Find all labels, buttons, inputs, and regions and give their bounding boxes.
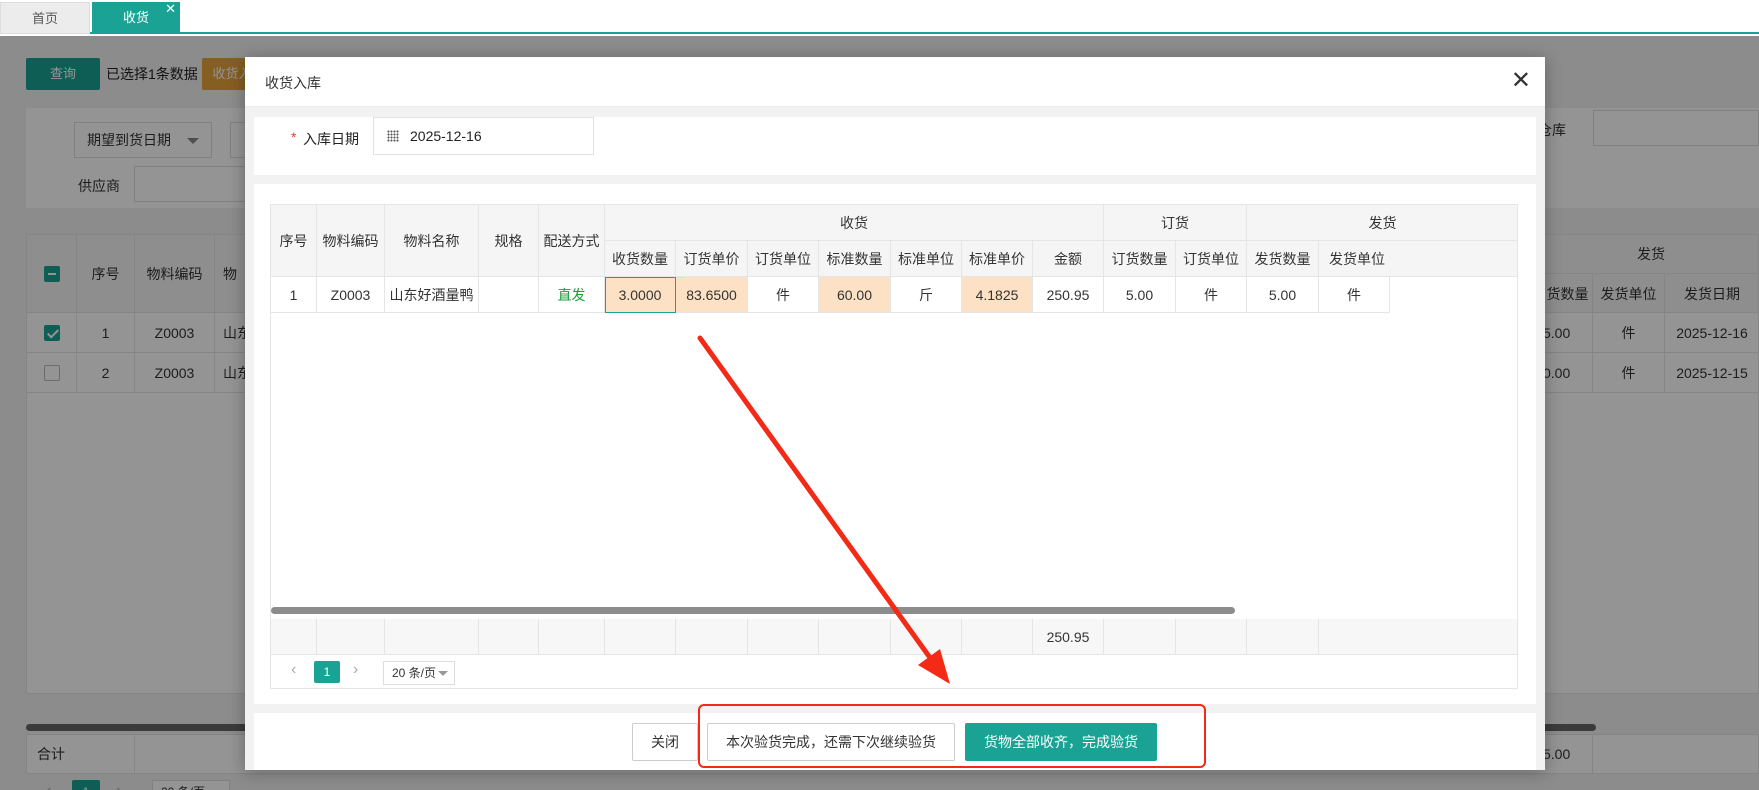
- summary-cell: [479, 619, 539, 655]
- header-std-price: 标准单价: [962, 241, 1033, 277]
- header-group-delivery: 发货: [1247, 205, 1517, 241]
- horizontal-scrollbar[interactable]: [271, 607, 1235, 614]
- header-order-unit-2: 订货单位: [1176, 241, 1247, 277]
- header-delivery-method: 配送方式: [539, 205, 605, 277]
- summary-cell: [962, 619, 1033, 655]
- items-table-card: 序号 物料编码 物料名称 规格 配送方式 收货 订货 发货 收货数量 订货单价 …: [254, 184, 1536, 704]
- header-ship-qty: 发货数量: [1247, 241, 1319, 277]
- row-code: Z0003: [317, 277, 385, 313]
- tab-receive-label: 收货: [122, 10, 149, 25]
- receive-qty-input[interactable]: 3.0000: [605, 277, 676, 313]
- summary-cell: [605, 619, 676, 655]
- summary-cell: [1176, 619, 1247, 655]
- summary-cell: [1319, 619, 1517, 655]
- caret-down-icon: [438, 671, 448, 676]
- summary-cell: [676, 619, 748, 655]
- close-icon[interactable]: ✕: [1511, 67, 1531, 95]
- complete-inspection-button[interactable]: 货物全部收齐，完成验货: [965, 723, 1157, 761]
- page-size-select[interactable]: 20 条/页: [383, 661, 455, 685]
- calendar-icon: [387, 130, 399, 142]
- row-delivery-method: 直发: [539, 277, 605, 313]
- header-code: 物料编码: [317, 205, 385, 277]
- row-index: 1: [271, 277, 317, 313]
- summary-cell: [1104, 619, 1176, 655]
- tab-receive[interactable]: 收货 ✕: [92, 0, 180, 34]
- header-order-price: 订货单价: [676, 241, 748, 277]
- modal-header: 收货入库 ✕: [245, 57, 1545, 107]
- next-page-icon[interactable]: ›: [353, 661, 358, 679]
- header-amount: 金额: [1033, 241, 1104, 277]
- header-std-qty: 标准数量: [819, 241, 891, 277]
- summary-amount: 250.95: [1033, 619, 1104, 655]
- header-group-order: 订货: [1104, 205, 1247, 241]
- date-label: 入库日期: [303, 131, 359, 147]
- modal-pager: ‹ 1 › 20 条/页: [271, 655, 1517, 688]
- header-receive-qty: 收货数量: [605, 241, 676, 277]
- summary-cell: [385, 619, 479, 655]
- modal-footer: 关闭 本次验货完成，还需下次继续验货 货物全部收齐，完成验货: [254, 713, 1536, 770]
- header-order-unit: 订货单位: [748, 241, 819, 277]
- row-ship-unit: 件: [1319, 277, 1390, 313]
- summary-cell: [539, 619, 605, 655]
- row-order-unit: 件: [748, 277, 819, 313]
- date-input[interactable]: 2025-12-16: [373, 117, 594, 155]
- header-spec: 规格: [479, 205, 539, 277]
- summary-cell: [1247, 619, 1319, 655]
- row-spec: [479, 277, 539, 313]
- tab-bar: 首页 收货 ✕: [0, 0, 1759, 34]
- close-icon[interactable]: ✕: [165, 0, 176, 25]
- tab-home[interactable]: 首页: [0, 2, 90, 34]
- current-page[interactable]: 1: [314, 661, 340, 683]
- header-std-unit: 标准单位: [891, 241, 962, 277]
- header-group-receive: 收货: [605, 205, 1104, 241]
- std-qty-input[interactable]: 60.00: [819, 277, 891, 313]
- row-order-qty: 5.00: [1104, 277, 1176, 313]
- receipt-modal: 收货入库 ✕ * 入库日期 2025-12-16 序号 物料编码 物料名称 规格…: [245, 57, 1545, 770]
- header-index: 序号: [271, 205, 317, 277]
- summary-cell: [317, 619, 385, 655]
- header-name: 物料名称: [385, 205, 479, 277]
- prev-page-icon[interactable]: ‹: [291, 661, 296, 679]
- header-order-qty: 订货数量: [1104, 241, 1176, 277]
- std-price-input[interactable]: 4.1825: [962, 277, 1033, 313]
- header-ship-unit: 发货单位: [1319, 241, 1517, 277]
- row-amount: 250.95: [1033, 277, 1104, 313]
- date-value: 2025-12-16: [410, 128, 482, 144]
- summary-cell: [271, 619, 317, 655]
- row-std-unit: 斤: [891, 277, 962, 313]
- row-order-unit-2: 件: [1176, 277, 1247, 313]
- summary-cell: [891, 619, 962, 655]
- row-ship-qty: 5.00: [1247, 277, 1319, 313]
- partial-inspection-button[interactable]: 本次验货完成，还需下次继续验货: [707, 723, 955, 761]
- items-table: 序号 物料编码 物料名称 规格 配送方式 收货 订货 发货 收货数量 订货单价 …: [270, 204, 1518, 689]
- modal-title: 收货入库: [265, 75, 321, 91]
- summary-cell: [748, 619, 819, 655]
- required-mark: *: [291, 129, 297, 145]
- close-button[interactable]: 关闭: [632, 723, 698, 761]
- page-size-label: 20 条/页: [392, 666, 437, 680]
- order-price-input[interactable]: 83.6500: [676, 277, 748, 313]
- row-name: 山东好酒量鸭: [385, 277, 479, 313]
- summary-cell: [819, 619, 891, 655]
- date-form: * 入库日期 2025-12-16: [254, 117, 1536, 175]
